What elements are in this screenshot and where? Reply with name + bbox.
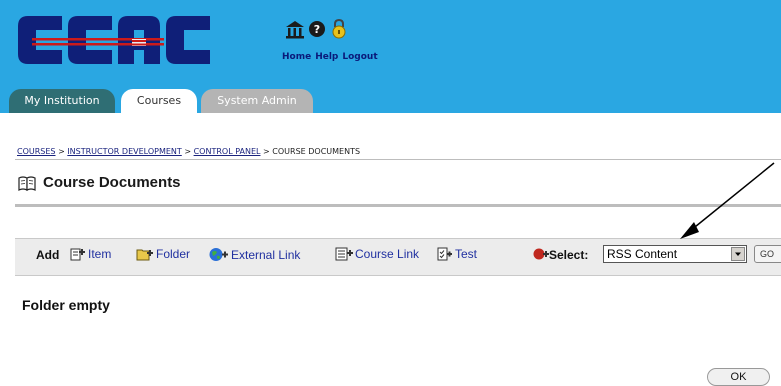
add-course-link-button[interactable]: Course Link [335,247,419,261]
select-label: Select: [549,248,589,262]
add-folder-icon [136,249,153,261]
tab-my-institution[interactable]: My Institution [9,89,115,113]
page-title: Course Documents [43,174,181,191]
select-value: RSS Content [607,247,678,261]
logout-lock-icon[interactable] [327,18,351,40]
add-item-icon [70,248,85,261]
folder-empty-message: Folder empty [22,297,110,313]
logout-link[interactable]: Logout [342,52,377,62]
title-divider [15,204,781,207]
dropdown-arrow-icon[interactable] [731,247,745,261]
add-external-link-button[interactable]: External Link [209,247,300,262]
breadcrumb-course-documents: COURSE DOCUMENTS [272,147,361,156]
breadcrumb-separator: > [184,147,192,156]
breadcrumb-control-panel[interactable]: CONTROL PANEL [194,147,261,156]
tab-courses[interactable]: Courses [121,89,197,113]
breadcrumb-separator: > [58,147,65,156]
test-icon [437,247,452,261]
add-course-link-label: Course Link [355,247,420,261]
help-link[interactable]: Help [315,52,338,62]
globe-add-icon [209,248,228,261]
add-folder-button[interactable]: Folder [136,247,190,261]
breadcrumb-courses[interactable]: COURSES [17,147,56,156]
add-item-label: Item [88,247,112,261]
top-links: Home Help Logout [282,52,382,62]
add-test-button[interactable]: Test [437,247,477,261]
ccac-logo [18,16,210,64]
course-link-icon [335,247,353,261]
add-item-button[interactable]: Item [70,247,111,261]
add-label: Add [36,248,60,262]
breadcrumb-instructor-development[interactable]: INSTRUCTOR DEVELOPMENT [67,147,181,156]
content-type-select[interactable]: RSS Content [603,245,747,263]
tab-system-admin[interactable]: System Admin [201,89,313,113]
add-test-label: Test [455,247,478,261]
breadcrumb-separator: > [263,147,270,156]
book-icon [18,176,36,191]
ok-button[interactable]: OK [707,368,770,386]
add-folder-label: Folder [156,247,191,261]
breadcrumb-divider [15,159,781,160]
help-icon[interactable]: ? [305,18,329,40]
breadcrumb: COURSES > INSTRUCTOR DEVELOPMENT > CONTR… [17,147,360,156]
select-icon [533,248,549,260]
add-external-link-label: External Link [231,248,301,262]
go-button[interactable]: GO [754,245,781,263]
svg-text:?: ? [314,23,320,36]
home-icon[interactable] [283,18,307,40]
home-link[interactable]: Home [282,52,311,62]
